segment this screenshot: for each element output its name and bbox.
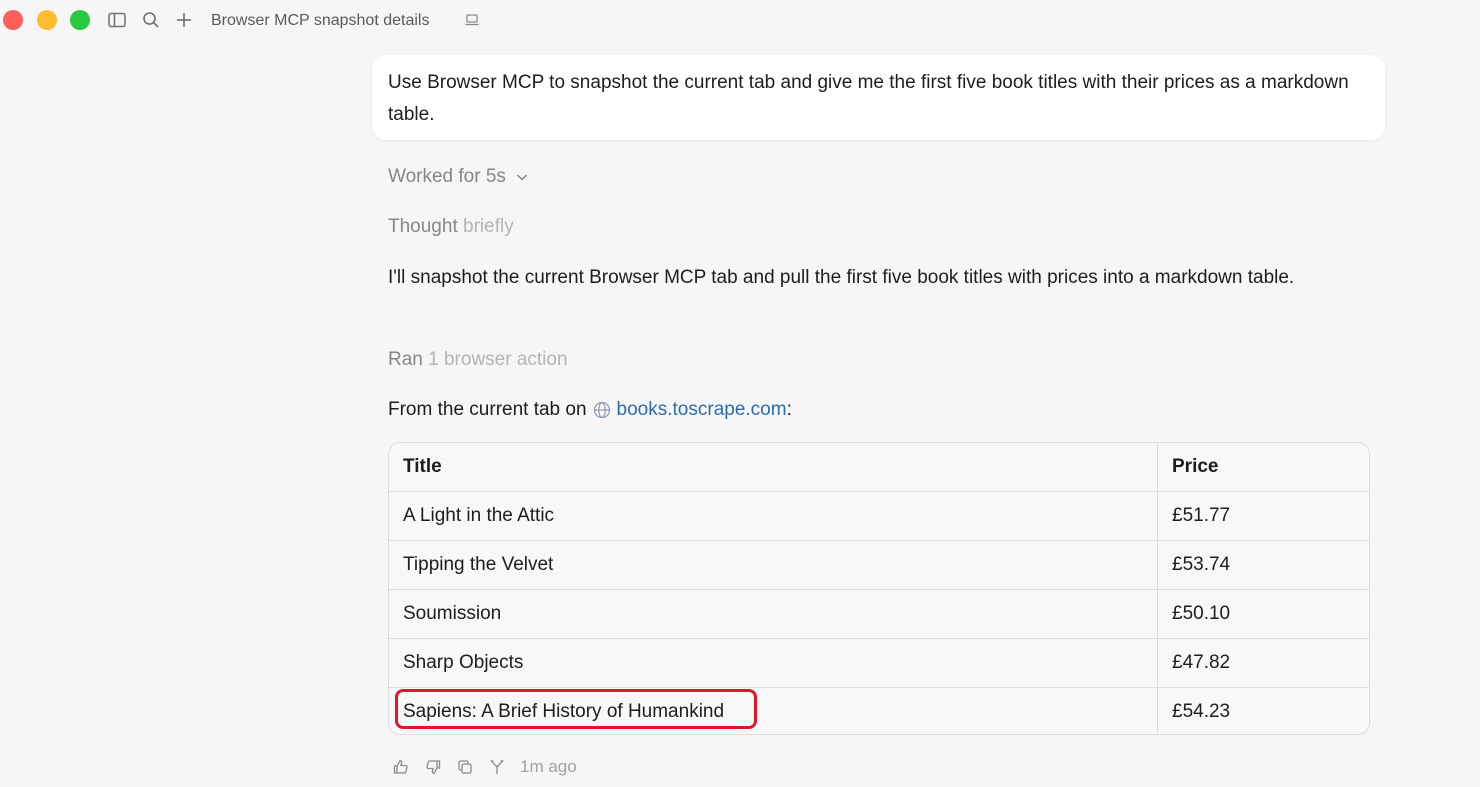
thumbs-up-icon[interactable] <box>392 758 410 776</box>
close-window-button[interactable] <box>3 10 23 30</box>
chevron-down-icon <box>514 169 530 185</box>
table-row: Tipping the Velvet £53.74 <box>389 540 1369 590</box>
book-title-cell: Sharp Objects <box>389 638 1158 688</box>
book-price-cell: £54.23 <box>1157 687 1369 734</box>
window-title: Browser MCP snapshot details <box>211 12 430 29</box>
user-message-text: Use Browser MCP to snapshot the current … <box>388 72 1349 125</box>
worked-toggle[interactable]: Worked for 5s <box>388 163 530 191</box>
window-titlebar: Browser MCP snapshot details <box>0 0 1480 40</box>
highlight-box <box>395 689 757 729</box>
search-icon[interactable] <box>141 10 161 30</box>
ran-label: Ran <box>388 349 423 370</box>
book-price-cell: £50.10 <box>1157 589 1369 639</box>
table-row: A Light in the Attic £51.77 <box>389 491 1369 541</box>
laptop-icon[interactable] <box>464 12 480 28</box>
book-price-cell: £51.77 <box>1157 491 1369 541</box>
book-price-cell: £47.82 <box>1157 638 1369 688</box>
thought-status[interactable]: Thought briefly <box>388 213 514 241</box>
source-line: From the current tab on books.toscrape.c… <box>388 396 792 424</box>
new-chat-plus-icon[interactable] <box>174 10 194 30</box>
ran-actions-status[interactable]: Ran 1 browser action <box>388 346 568 374</box>
book-title-cell: A Light in the Attic <box>389 491 1158 541</box>
source-prefix: From the current tab on <box>388 399 587 420</box>
assistant-reply-text: I'll snapshot the current Browser MCP ta… <box>388 267 1295 288</box>
thought-detail: briefly <box>463 216 514 237</box>
branch-icon[interactable] <box>488 758 506 776</box>
source-suffix: : <box>786 399 792 420</box>
worked-label: Worked for 5s <box>388 166 506 187</box>
user-message-bubble: Use Browser MCP to snapshot the current … <box>372 55 1385 140</box>
thumbs-down-icon[interactable] <box>424 758 442 776</box>
message-actions-bar: 1m ago <box>392 756 577 778</box>
book-title-cell: Soumission <box>389 589 1158 639</box>
book-title-cell: Tipping the Velvet <box>389 540 1158 590</box>
minimize-window-button[interactable] <box>37 10 57 30</box>
header-price: Price <box>1157 443 1369 492</box>
thought-label: Thought <box>388 216 458 237</box>
message-timestamp: 1m ago <box>520 757 577 776</box>
copy-icon[interactable] <box>456 758 474 776</box>
book-price-cell: £53.74 <box>1157 540 1369 590</box>
table-row: Soumission £50.10 <box>389 589 1369 639</box>
source-link[interactable]: books.toscrape.com <box>617 396 787 424</box>
maximize-window-button[interactable] <box>70 10 90 30</box>
header-title: Title <box>389 443 1158 492</box>
sidebar-toggle-icon[interactable] <box>107 10 127 30</box>
table-row: Sharp Objects £47.82 <box>389 638 1369 688</box>
ran-detail: 1 browser action <box>428 349 568 370</box>
table-header-row: Title Price <box>389 443 1369 492</box>
globe-icon <box>593 401 611 419</box>
